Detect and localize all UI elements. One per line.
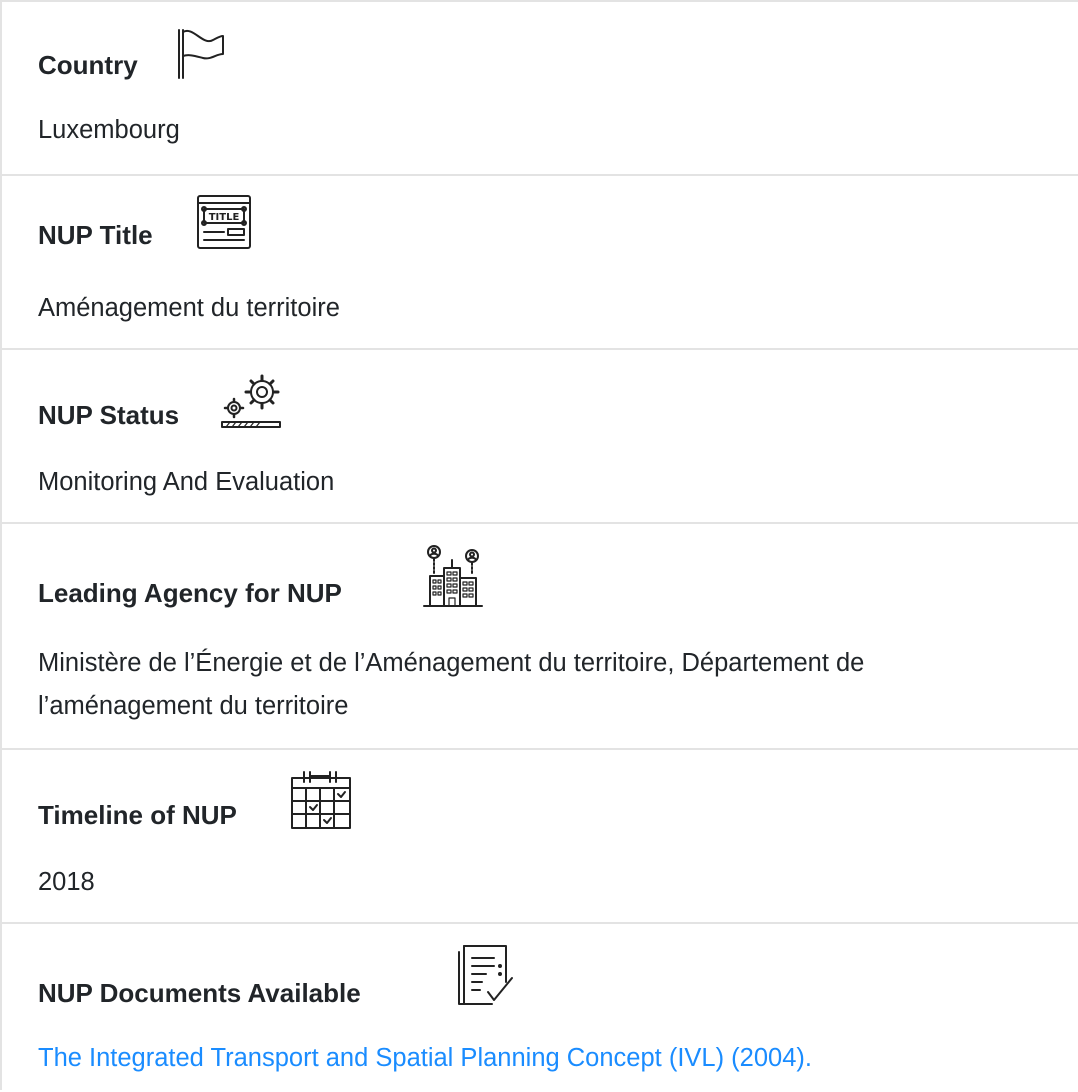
field-label: Timeline of NUP	[38, 800, 237, 830]
field-value: Aménagement du territoire	[38, 294, 340, 322]
field-value: Ministère de l’Énergie et de l’Aménageme…	[38, 649, 865, 720]
field-value: Luxembourg	[38, 116, 180, 144]
field-label: NUP Title	[38, 220, 153, 250]
calendar-icon	[291, 771, 351, 829]
document-check-icon	[458, 945, 513, 1005]
field-value: 2018	[38, 868, 95, 896]
field-documents: NUP Documents Available The Integrated T…	[2, 922, 1078, 1092]
field-country: Country Luxembourg	[2, 2, 1078, 174]
field-label: Leading Agency for NUP	[38, 578, 342, 608]
field-value: Monitoring And Evaluation	[38, 468, 335, 496]
field-label: NUP Documents Available	[38, 978, 361, 1008]
title-icon: TITLE	[197, 195, 251, 249]
field-label: Country	[38, 50, 138, 80]
field-label: NUP Status	[38, 400, 180, 430]
field-nup-status: NUP Status Monitoring And Evaluation	[2, 348, 1078, 522]
city-agency-icon	[423, 545, 483, 607]
svg-text:TITLE: TITLE	[209, 212, 240, 223]
gears-progress-icon	[221, 374, 281, 428]
flag-icon	[178, 29, 224, 79]
field-leading-agency: Leading Agency for NUP Ministère de l’Én…	[2, 522, 1078, 748]
field-value: The Integrated Transport and Spatial Pla…	[38, 1038, 1038, 1078]
field-timeline: Timeline of NUP 2018	[2, 748, 1078, 922]
document-link[interactable]: The Integrated Transport and Spatial Pla…	[38, 1044, 812, 1072]
nup-info-panel: Country Luxembourg NUP Title TITLE Aména…	[0, 0, 1078, 1090]
field-nup-title: NUP Title TITLE Aménagement du territoir…	[2, 174, 1078, 348]
